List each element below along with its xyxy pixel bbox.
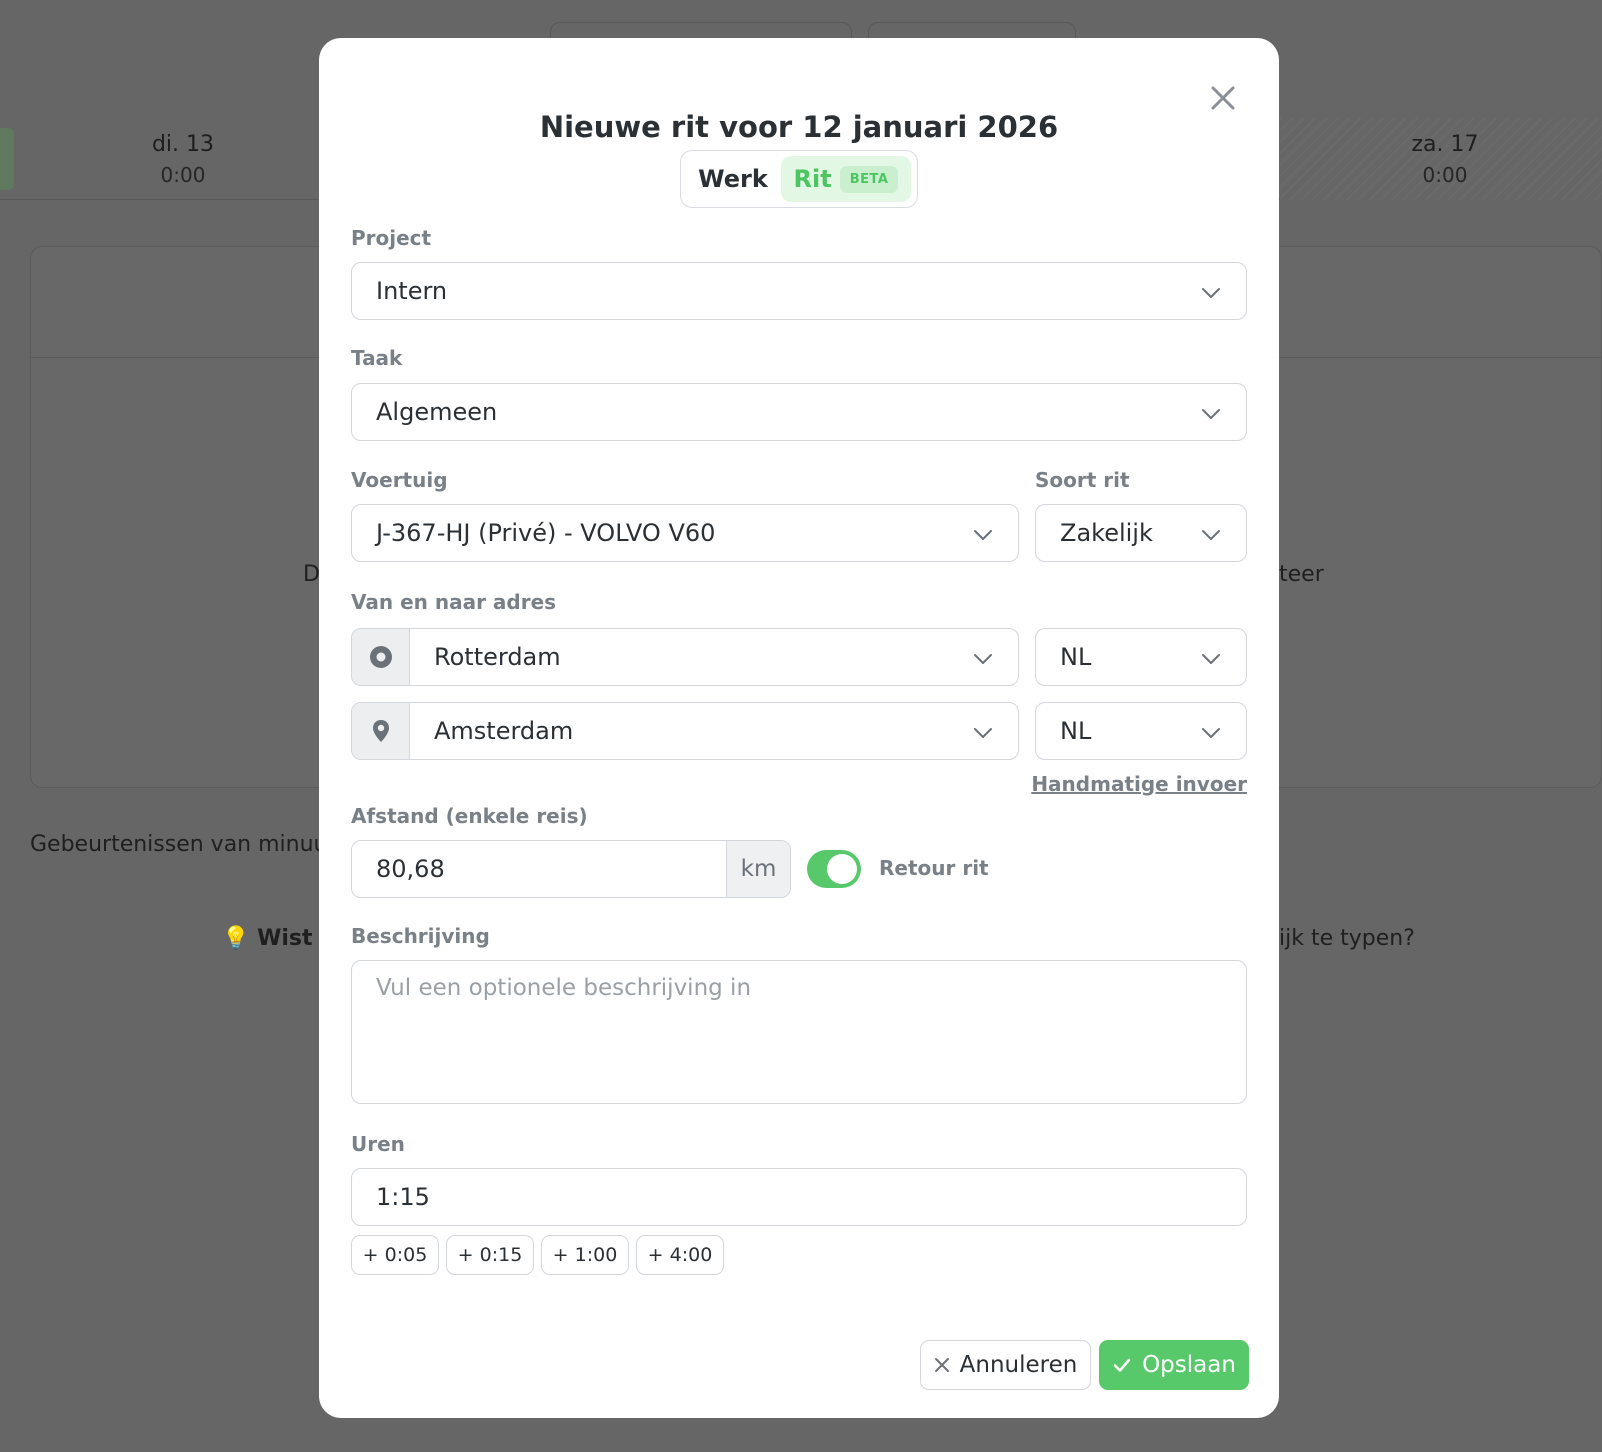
quick-add-button[interactable]: + 0:15 (446, 1235, 534, 1275)
distance-input[interactable] (352, 841, 726, 897)
day-label: za. 17 (1411, 132, 1479, 157)
day-label: di. 13 (151, 132, 215, 157)
close-icon (934, 1358, 949, 1372)
background-fragment: D (303, 562, 320, 587)
chevron-down-icon (1200, 722, 1222, 744)
day-column-sat: za. 17 0:00 (1392, 130, 1498, 190)
events-text: Gebeurtenissen van minuut (30, 832, 337, 857)
distance-unit: km (726, 841, 790, 897)
voertuig-select[interactable]: J-367-HJ (Privé) - VOLVO V60 (351, 504, 1019, 562)
quick-add-button[interactable]: + 1:00 (541, 1235, 629, 1275)
distance-field: km (351, 840, 791, 898)
chevron-down-icon (1200, 524, 1222, 546)
afstand-label: Afstand (enkele reis) (351, 804, 588, 828)
taak-value: Algemeen (376, 398, 498, 426)
day-column-tue: di. 13 0:00 (130, 130, 236, 190)
to-country-value: NL (1060, 717, 1092, 745)
close-icon (1211, 86, 1235, 110)
today-marker (0, 128, 14, 190)
chevron-down-icon (1200, 282, 1222, 304)
from-country-value: NL (1060, 643, 1092, 671)
taak-select[interactable]: Algemeen (351, 383, 1247, 441)
beschrijving-label: Beschrijving (351, 924, 490, 948)
to-country-select[interactable]: NL (1035, 702, 1247, 760)
close-button[interactable] (1203, 78, 1243, 118)
project-select[interactable]: Intern (351, 262, 1247, 320)
from-address-select[interactable]: Rotterdam (351, 628, 1019, 686)
cancel-label: Annuleren (959, 1352, 1078, 1378)
retour-label: Retour rit (879, 856, 989, 880)
project-value: Intern (376, 277, 448, 305)
description-textarea[interactable] (351, 960, 1247, 1104)
lightbulb-icon: 💡 (222, 926, 250, 951)
chevron-down-icon (1200, 403, 1222, 425)
tip-text-right: ijk te typen? (1279, 926, 1415, 951)
quick-add-button[interactable]: + 4:00 (636, 1235, 724, 1275)
to-address-value: Amsterdam (434, 717, 574, 745)
adres-label: Van en naar adres (351, 590, 557, 614)
map-pin-icon (352, 703, 410, 759)
new-trip-dialog: Nieuwe rit voor 12 januari 2026 Werk Rit… (319, 38, 1279, 1418)
soort-rit-select[interactable]: Zakelijk (1035, 504, 1247, 562)
hours-input[interactable] (351, 1168, 1247, 1226)
voertuig-label: Voertuig (351, 468, 448, 492)
chevron-down-icon (1200, 648, 1222, 670)
tab-rit[interactable]: Rit BETA (781, 156, 911, 202)
cancel-button[interactable]: Annuleren (920, 1340, 1091, 1390)
background-fragment: teer (1279, 562, 1324, 587)
chevron-down-icon (972, 722, 994, 744)
entry-type-toggle: Werk Rit BETA (680, 150, 918, 208)
day-time: 0:00 (1422, 163, 1468, 187)
manual-entry-link[interactable]: Handmatige invoer (1031, 772, 1247, 796)
from-country-select[interactable]: NL (1035, 628, 1247, 686)
uren-label: Uren (351, 1132, 405, 1156)
quick-add-button[interactable]: + 0:05 (351, 1235, 439, 1275)
origin-icon (352, 629, 410, 685)
voertuig-value: J-367-HJ (Privé) - VOLVO V60 (376, 519, 716, 547)
chevron-down-icon (972, 648, 994, 670)
chevron-down-icon (972, 524, 994, 546)
tab-rit-label: Rit (793, 165, 832, 193)
day-time: 0:00 (160, 163, 206, 187)
check-icon (1113, 1358, 1131, 1372)
soort-rit-value: Zakelijk (1060, 519, 1153, 547)
tab-werk[interactable]: Werk (685, 156, 781, 202)
dialog-title: Nieuwe rit voor 12 januari 2026 (539, 110, 1059, 144)
beta-badge: BETA (839, 165, 899, 193)
save-label: Opslaan (1142, 1352, 1236, 1378)
from-address-value: Rotterdam (434, 643, 561, 671)
toggle-knob (827, 854, 857, 884)
taak-label: Taak (351, 346, 403, 370)
to-address-select[interactable]: Amsterdam (351, 702, 1019, 760)
save-button[interactable]: Opslaan (1099, 1340, 1249, 1390)
project-label: Project (351, 226, 432, 250)
retour-toggle[interactable] (807, 850, 861, 888)
soort-rit-label: Soort rit (1035, 468, 1130, 492)
